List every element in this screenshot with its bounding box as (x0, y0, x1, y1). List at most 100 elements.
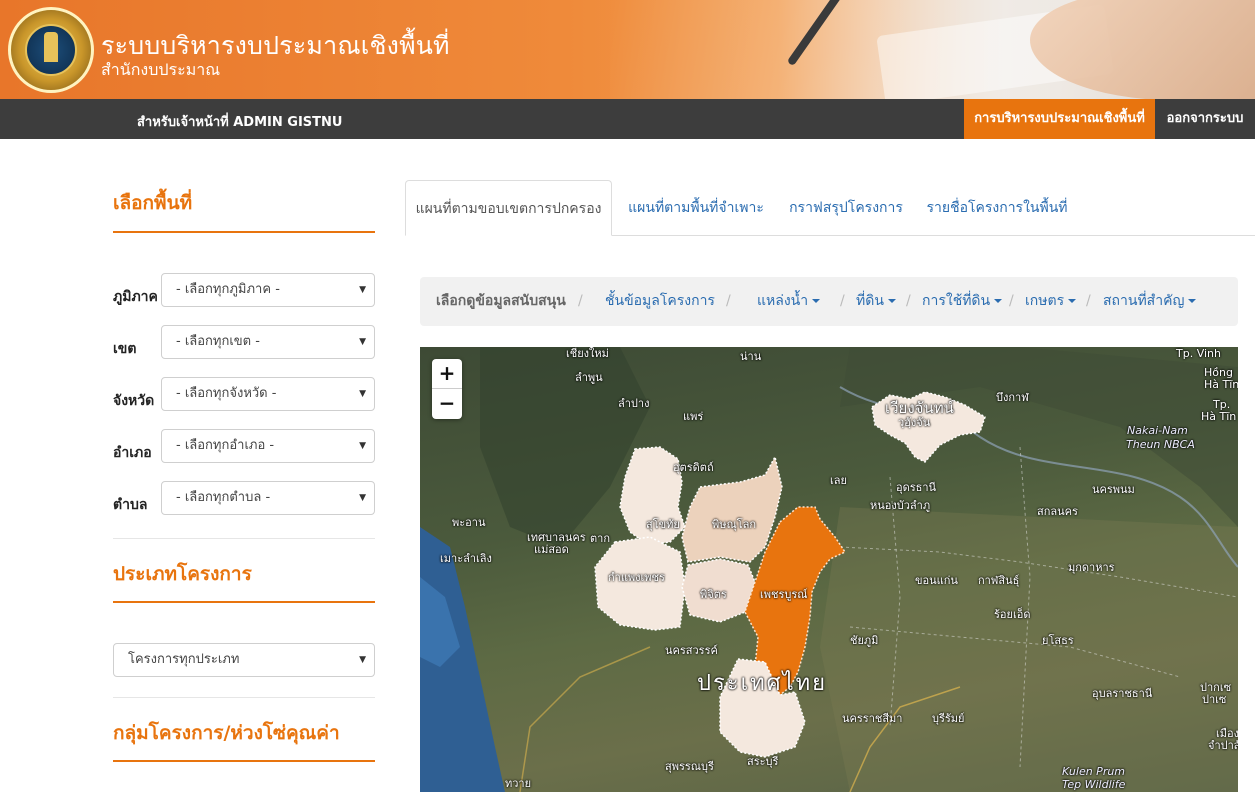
support-data-label: เลือกดูข้อมูลสนับสนุน (436, 293, 566, 309)
road (519, 646, 651, 792)
map-canvas[interactable] (420, 347, 1238, 792)
water-source-dropdown[interactable]: แหล่งน้ำ (757, 277, 821, 326)
map-label: วฺฮัฺงจัน (898, 416, 931, 429)
land-use-dropdown[interactable]: การใช้ที่ดิน (922, 277, 1003, 326)
district-label: อำเภอ (113, 445, 152, 461)
separator: / (840, 293, 845, 309)
map-label: Tp. Vinh (1176, 347, 1221, 360)
map-label: มุกดาหาร (1068, 561, 1115, 574)
map-label: น่าน (740, 350, 762, 363)
project-type-select[interactable]: โครงการทุกประเภท ▼ (113, 643, 375, 677)
map-label: บุรีรัมย์ (932, 712, 965, 725)
chevron-down-icon: ▼ (359, 655, 366, 665)
map-label: สุโขทัย (646, 518, 680, 531)
region-label: ภูมิภาค (113, 289, 158, 305)
separator: / (906, 293, 911, 309)
map-label: Theun NBCA (1126, 438, 1195, 451)
land-dropdown[interactable]: ที่ดิน (856, 277, 896, 326)
map-label: แพร่ (683, 410, 704, 423)
separator: / (1009, 293, 1014, 309)
map-label: เพชรบูรณ์ (760, 588, 808, 601)
chevron-down-icon: ▼ (359, 337, 366, 347)
caret-down-icon (994, 299, 1003, 303)
country-label: ประเทศไทย (697, 671, 828, 696)
map-label: อุตรดิตถ์ (673, 461, 714, 474)
land-use-label: การใช้ที่ดิน (922, 293, 991, 309)
agriculture-dropdown[interactable]: เกษตร (1025, 277, 1077, 326)
caret-down-icon (812, 299, 821, 303)
crown-icon (44, 32, 58, 62)
map-label: ทวาย (505, 777, 532, 790)
plateau-terrain (820, 507, 1238, 792)
map-view[interactable]: + − เชียงใหม่ น่าน ลำพูน ลำปาง แพร่ อุตร… (420, 347, 1238, 792)
district-select[interactable]: - เลือกทุกอำเภอ - ▼ (161, 429, 375, 463)
project-group-heading: กลุ่มโครงการ/ห่วงโซ่คุณค่า (113, 722, 340, 744)
zoom-out-button[interactable]: − (432, 389, 462, 419)
map-label: บึงกาฬ (996, 391, 1029, 404)
map-label: ลำพูน (575, 371, 603, 384)
land-label: ที่ดิน (856, 293, 884, 309)
sidebar-divider (113, 538, 375, 539)
map-label: ตาก (590, 532, 610, 545)
tab-project-list[interactable]: รายชื่อโครงการในพื้นที่ (918, 180, 1076, 236)
caret-down-icon (1068, 299, 1077, 303)
map-label: นครพนม (1092, 483, 1135, 496)
map-label: ขอนแก่น (915, 574, 958, 587)
map-label: ลำปาง (618, 397, 650, 410)
tab-project-summary-chart[interactable]: กราฟสรุปโครงการ (782, 180, 910, 236)
map-label: นครสวรรค์ (665, 644, 718, 657)
agriculture-label: เกษตร (1025, 293, 1065, 309)
tab-specific-area-map[interactable]: แผนที่ตามพื้นที่จำเพาะ (618, 180, 774, 236)
map-label: Nakai-Nam (1127, 424, 1188, 437)
project-group-underline (113, 760, 375, 762)
project-layer-link[interactable]: ชั้นข้อมูลโครงการ (605, 277, 715, 326)
zoom-control: + − (432, 359, 462, 419)
area-heading-underline (113, 231, 375, 233)
sidebar-divider (113, 697, 375, 698)
map-label: สุพรรณบุรี (665, 760, 714, 773)
caret-down-icon (887, 299, 896, 303)
map-label: อุดรธานี (896, 481, 937, 494)
map-label: พะอาน (452, 516, 486, 529)
separator: / (1086, 293, 1091, 309)
budget-bureau-logo[interactable] (8, 7, 94, 93)
region-select[interactable]: - เลือกทุกภูมิภาค - ▼ (161, 273, 375, 307)
chevron-down-icon: ▼ (359, 493, 366, 503)
zone-select[interactable]: - เลือกทุกเขต - ▼ (161, 325, 375, 359)
area-heading: เลือกพื้นที่ (113, 192, 193, 214)
separator: / (578, 293, 583, 309)
zoom-in-button[interactable]: + (432, 359, 462, 389)
map-label: อุบลราชธานี (1092, 687, 1153, 700)
map-label: หนองบัวลำภู (870, 499, 931, 512)
province-label: จังหวัด (113, 393, 155, 409)
tab-admin-boundary-map[interactable]: แผนที่ตามขอบเขตการปกครอง (405, 180, 612, 236)
map-label: เมาะลำเลิง (440, 552, 492, 565)
map-label: สระบุรี (747, 755, 779, 768)
province-select[interactable]: - เลือกทุกจังหวัด - ▼ (161, 377, 375, 411)
map-label: สกลนคร (1037, 505, 1078, 518)
chevron-down-icon: ▼ (359, 389, 366, 399)
map-label: พิษณุโลก (712, 518, 757, 531)
subdistrict-select[interactable]: - เลือกทุกตำบล - ▼ (161, 481, 375, 515)
map-label: ยโสธร (1042, 634, 1074, 647)
top-navbar: สำหรับเจ้าหน้าที่ ADMIN GISTNU การบริหาร… (0, 99, 1255, 139)
logout-link[interactable]: ออกจากระบบ (1155, 99, 1255, 139)
region-select-value: - เลือกทุกภูมิภาค - (176, 282, 280, 297)
user-info: สำหรับเจ้าหน้าที่ ADMIN GISTNU (137, 115, 343, 130)
map-label: Hà Tĩnh (1204, 378, 1238, 391)
chevron-down-icon: ▼ (359, 441, 366, 451)
caret-down-icon (1188, 299, 1197, 303)
zone-label: เขต (113, 341, 137, 357)
zone-select-value: - เลือกทุกเขต - (176, 334, 260, 349)
landmark-dropdown[interactable]: สถานที่สำคัญ (1103, 277, 1197, 326)
map-label: เลย (830, 474, 847, 487)
map-label: Hà Tĩn (1201, 410, 1237, 423)
nav-budget-area[interactable]: การบริหารงบประมาณเชิงพื้นที่ (964, 99, 1155, 139)
separator: / (726, 293, 731, 309)
map-label: กำแพงเพชร (608, 571, 665, 584)
chevron-down-icon: ▼ (359, 285, 366, 295)
map-label: ชัยภูมิ (850, 634, 879, 647)
site-subtitle: สำนักงบประมาณ (101, 60, 221, 79)
district-select-value: - เลือกทุกอำเภอ - (176, 438, 275, 453)
map-label: เชียงใหม่ (566, 347, 609, 360)
